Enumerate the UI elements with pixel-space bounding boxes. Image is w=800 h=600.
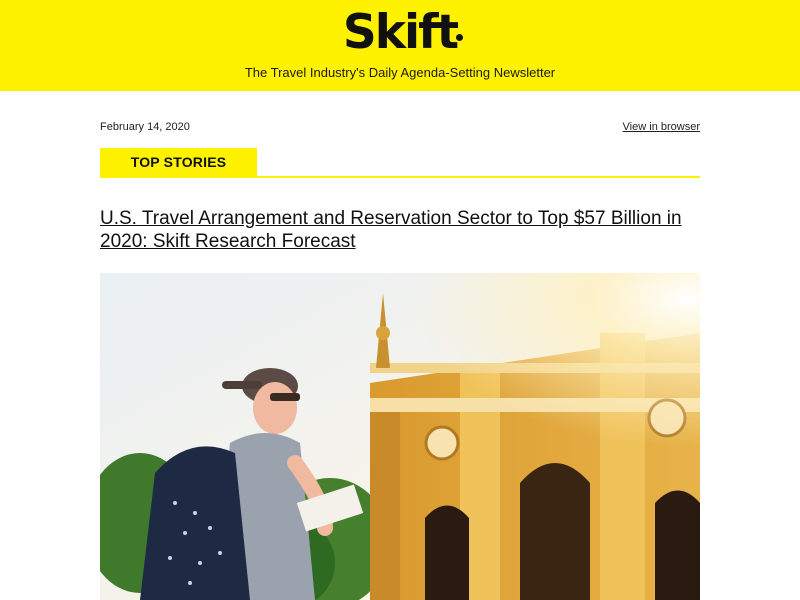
logo-container: Skift [0, 6, 800, 60]
section-header: TOP STORIES [100, 148, 700, 178]
newsletter-header: Skift The Travel Industry's Daily Agenda… [0, 0, 800, 91]
issue-date: February 14, 2020 [100, 121, 190, 133]
logo-dot-icon [456, 34, 464, 41]
tagline: The Travel Industry's Daily Agenda-Setti… [244, 65, 556, 80]
logo-text: Skift [342, 5, 459, 60]
story-hero-image[interactable] [100, 273, 700, 600]
hero-photo-icon [100, 273, 700, 600]
view-in-browser-link[interactable]: View in browser [623, 121, 700, 133]
story-headline-link[interactable]: U.S. Travel Arrangement and Reservation … [100, 207, 700, 253]
skift-logo[interactable]: Skift [342, 5, 464, 60]
section-label: TOP STORIES [100, 148, 257, 176]
